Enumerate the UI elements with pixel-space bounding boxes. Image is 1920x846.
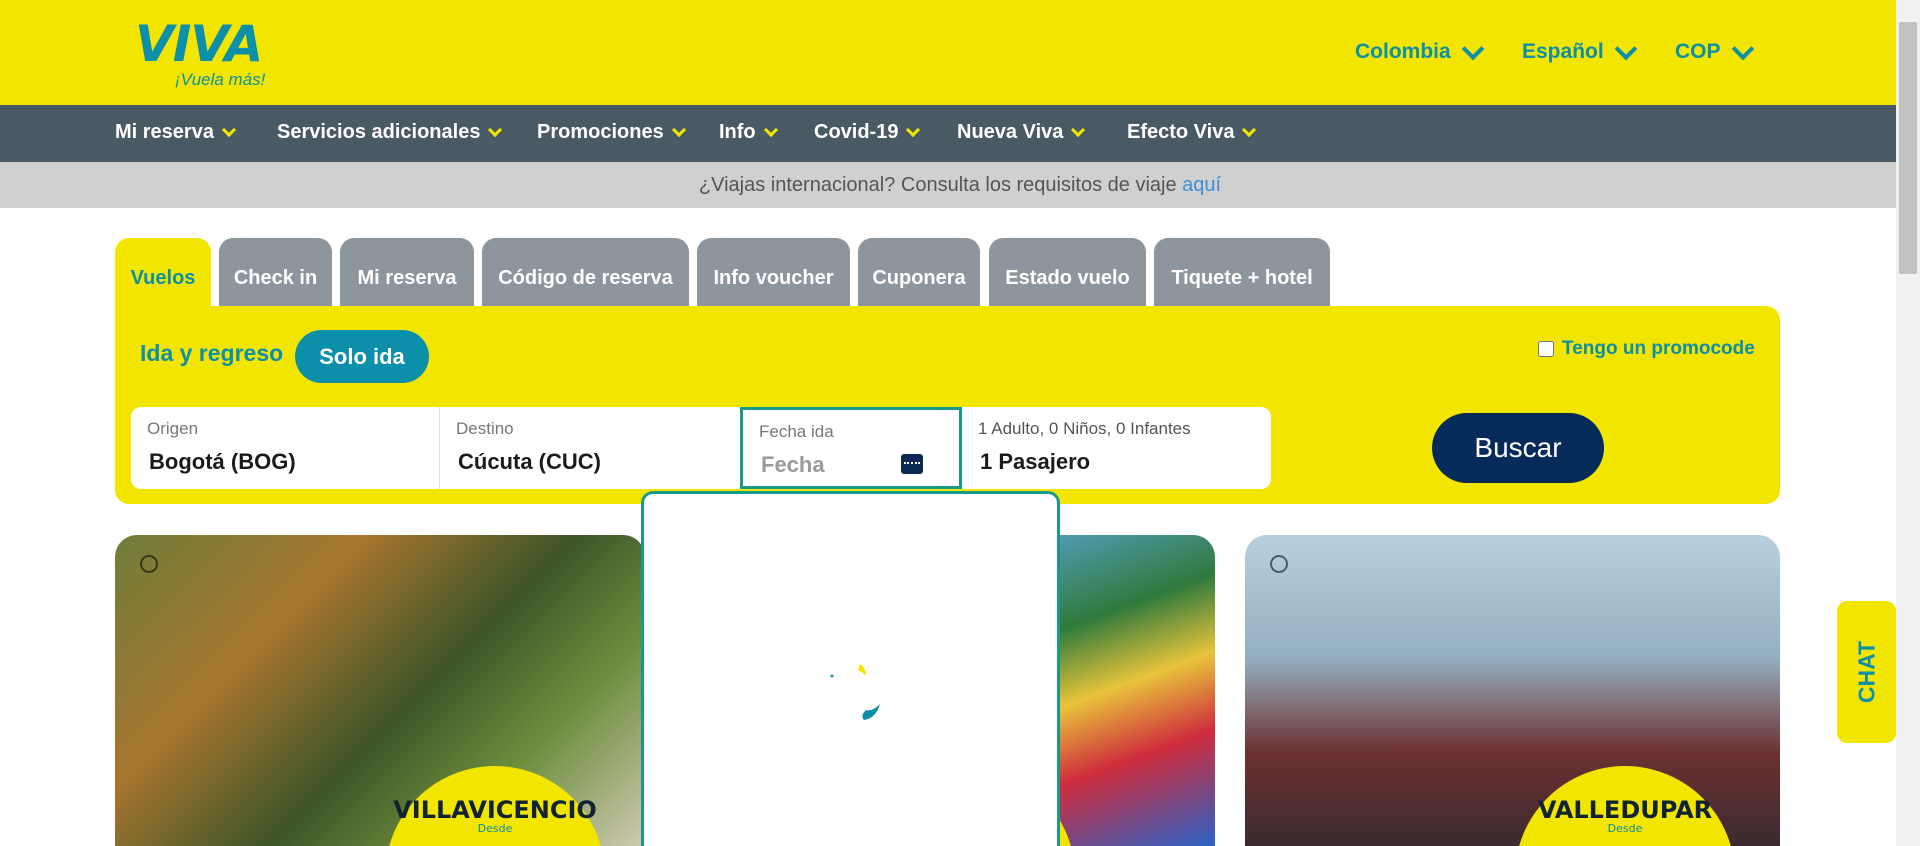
tab-check-in[interactable]: Check in [219, 238, 332, 308]
notice-text: ¿Viajas internacional? Consulta los requ… [698, 174, 1183, 196]
nav-item-label: Nueva Viva [957, 121, 1064, 143]
promo-logo-icon [1270, 555, 1288, 573]
origin-value: Bogotá (BOG) [149, 449, 296, 474]
currency-label: COP [1675, 40, 1721, 63]
chevron-down-icon [488, 122, 503, 137]
chevron-down-icon [671, 122, 686, 137]
date-label: Fecha ida [759, 422, 834, 441]
tab-estado-vuelo[interactable]: Estado vuelo [989, 238, 1146, 308]
nav-item-label: Efecto Viva [1127, 121, 1235, 143]
nav-item-info[interactable]: Info [719, 121, 778, 144]
chevron-down-icon [763, 122, 778, 137]
notice-link[interactable]: aquí [1182, 174, 1221, 196]
promocode-checkbox[interactable] [1538, 341, 1554, 357]
card-city-banner: VALLEDUPAR Desde [1515, 766, 1735, 846]
passengers-value: 1 Pasajero [980, 449, 1091, 474]
card-city-name: VILLAVICENCIO [393, 796, 597, 824]
datepicker-popup [641, 491, 1060, 846]
chat-button[interactable]: CHAT [1837, 601, 1896, 743]
main-nav: Mi reserva Servicios adicionales Promoci… [0, 105, 1920, 162]
country-select[interactable]: Colombia [1355, 37, 1484, 64]
nav-item-servicios-adicionales[interactable]: Servicios adicionales [277, 121, 503, 144]
promo-logo-icon [140, 555, 158, 573]
nav-item-promociones[interactable]: Promociones [537, 121, 686, 144]
chevron-down-icon [221, 122, 237, 137]
nav-item-label: Covid-19 [814, 121, 899, 143]
passengers-field[interactable]: 1 Adulto, 0 Niños, 0 Infantes 1 Pasajero [962, 407, 1271, 489]
nav-item-label: Promociones [537, 121, 664, 143]
nav-item-efecto-viva[interactable]: Efecto Viva [1127, 121, 1257, 144]
travel-notice: ¿Viajas internacional? Consulta los requ… [0, 162, 1920, 208]
search-fields: Origen Bogotá (BOG) Destino Cúcuta (CUC)… [131, 407, 1271, 489]
departure-date-field[interactable]: Fecha ida Fecha [740, 407, 962, 489]
destination-label: Destino [456, 419, 514, 438]
scrollbar-thumb[interactable] [1899, 22, 1917, 274]
chevron-down-icon [1242, 122, 1257, 137]
nav-item-label: Info [719, 121, 756, 143]
currency-select[interactable]: COP [1675, 37, 1754, 64]
destination-field[interactable]: Destino Cúcuta (CUC) [440, 407, 740, 489]
chevron-down-icon [1731, 37, 1754, 61]
loading-spinner-icon [830, 664, 880, 720]
nav-item-mi-reserva[interactable]: Mi reserva [115, 121, 237, 144]
chevron-down-icon [1071, 122, 1086, 137]
language-select[interactable]: Español [1522, 37, 1638, 64]
trip-type-round[interactable]: Ida y regreso [140, 340, 283, 367]
chevron-down-icon [1461, 37, 1484, 61]
nav-item-covid-19[interactable]: Covid-19 [814, 121, 921, 144]
origin-label: Origen [147, 419, 199, 438]
viva-logo[interactable]: VIVA ¡Vuela más! [135, 18, 285, 93]
calendar-icon[interactable] [901, 454, 923, 474]
country-label: Colombia [1355, 40, 1451, 63]
nav-item-label: Servicios adicionales [277, 121, 481, 143]
tab-cuponera[interactable]: Cuponera [858, 238, 980, 308]
chevron-down-icon [1614, 37, 1638, 61]
destination-value: Cúcuta (CUC) [458, 449, 601, 474]
origin-field[interactable]: Origen Bogotá (BOG) [131, 407, 440, 489]
top-header: VIVA ¡Vuela más! Colombia Español COP [0, 0, 1920, 105]
nav-item-label: Mi reserva [115, 121, 214, 143]
tab-tiquete-hotel[interactable]: Tiquete + hotel [1154, 238, 1330, 308]
page-scrollbar[interactable] [1896, 0, 1920, 846]
passengers-breakdown: 1 Adulto, 0 Niños, 0 Infantes [978, 419, 1191, 438]
chat-label: CHAT [1853, 640, 1879, 704]
card-city-name: VALLEDUPAR [1537, 796, 1713, 824]
card-city-banner: VILLAVICENCIO Desde [385, 766, 605, 846]
trip-type-oneway[interactable]: Solo ida [295, 330, 429, 383]
tab-vuelos[interactable]: Vuelos [115, 238, 211, 308]
promocode-label: Tengo un promocode [1562, 338, 1755, 359]
chevron-down-icon [906, 122, 921, 137]
promocode-toggle[interactable]: Tengo un promocode [1538, 338, 1755, 360]
destination-card-valledupar[interactable]: VALLEDUPAR Desde [1245, 535, 1780, 846]
search-button[interactable]: Buscar [1432, 413, 1604, 483]
language-label: Español [1522, 40, 1604, 63]
destination-card-villavicencio[interactable]: VILLAVICENCIO Desde [115, 535, 645, 846]
nav-item-nueva-viva[interactable]: Nueva Viva [957, 121, 1086, 144]
tab-codigo-de-reserva[interactable]: Código de reserva [482, 238, 689, 308]
logo-tagline: ¡Vuela más! [175, 70, 266, 89]
date-placeholder: Fecha [761, 452, 825, 477]
tab-info-voucher[interactable]: Info voucher [697, 238, 850, 308]
tab-mi-reserva[interactable]: Mi reserva [340, 238, 474, 308]
logo-word: VIVA [135, 15, 263, 73]
